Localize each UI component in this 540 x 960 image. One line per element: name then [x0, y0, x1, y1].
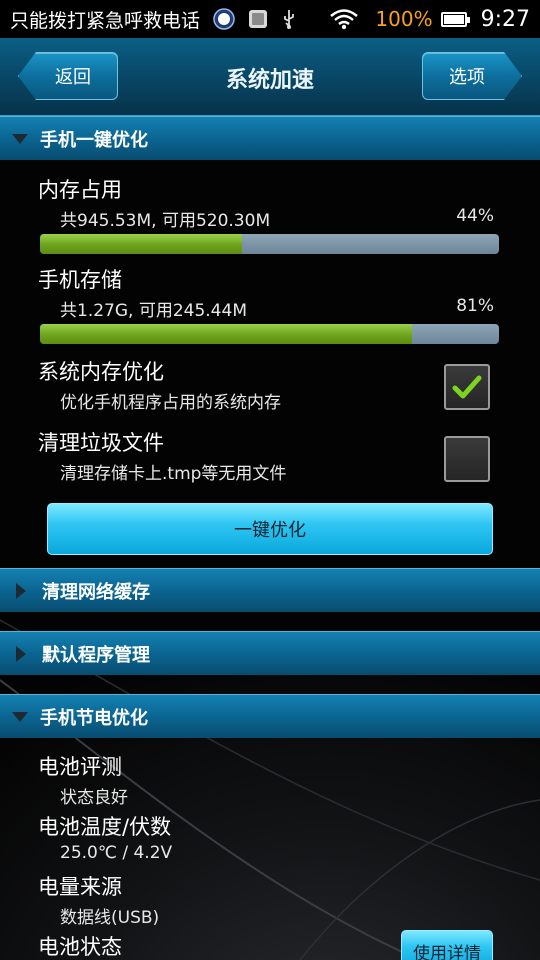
clean-junk-checkbox[interactable] [444, 436, 490, 482]
clean-junk-detail: 清理存储卡上.tmp等无用文件 [60, 464, 287, 484]
battery-eval-label: 电池评测 [38, 755, 122, 779]
expanded-triangle-icon [12, 711, 28, 722]
section-header-power[interactable]: 手机节电优化 [0, 694, 540, 738]
one-key-optimize-button[interactable]: 一键优化 [47, 503, 493, 555]
battery-temp-value: 25.0℃ / 4.2V [60, 843, 173, 863]
section-header-default-apps[interactable]: 默认程序管理 [0, 631, 540, 675]
section-title-one-key: 手机一键优化 [40, 129, 148, 151]
image-icon [248, 9, 268, 29]
hundred-badge-icon [212, 7, 236, 31]
memory-detail: 共945.53M, 可用520.30M [60, 211, 271, 231]
options-button[interactable]: 选项 [422, 52, 522, 100]
section-title-net-cache: 清理网络缓存 [42, 581, 150, 603]
battery-percent: 100% [375, 7, 433, 31]
status-right-group: 100% 9:27 [317, 7, 530, 32]
memory-progress-bar [40, 234, 499, 254]
title-bar: 返回 系统加速 选项 [0, 38, 540, 116]
section-title-default-apps: 默认程序管理 [42, 644, 150, 666]
section-header-net-cache[interactable]: 清理网络缓存 [0, 568, 540, 612]
sys-mem-opt-checkbox[interactable] [444, 364, 490, 410]
collapsed-triangle-icon [16, 582, 26, 599]
battery-temp-label: 电池温度/伏数 [38, 815, 172, 839]
storage-detail: 共1.27G, 可用245.44M [60, 301, 247, 321]
battery-icon [440, 11, 470, 27]
storage-progress-bar [40, 324, 499, 344]
battery-eval-value: 状态良好 [60, 788, 128, 808]
battery-state-label: 电池状态 [38, 935, 122, 959]
storage-progress-fill [40, 324, 412, 344]
sys-mem-opt-label: 系统内存优化 [38, 360, 164, 384]
memory-label: 内存占用 [38, 178, 122, 202]
storage-label: 手机存储 [38, 268, 122, 292]
checkmark-icon [452, 375, 482, 399]
screen: 只能拨打紧急呼救电话 100% 9:27 返回 系统加速 选项 手机一键优化 内… [0, 0, 540, 960]
wifi-icon [329, 8, 359, 30]
power-source-value: 数据线(USB) [60, 908, 160, 928]
status-notification-text: 只能拨打紧急呼救电话 [10, 9, 201, 32]
expanded-triangle-icon [12, 133, 28, 144]
power-source-label: 电量来源 [38, 875, 122, 899]
usage-detail-button[interactable]: 使用详情 [401, 930, 493, 960]
memory-percent: 44% [456, 206, 494, 226]
section-title-power: 手机节电优化 [40, 707, 148, 729]
sys-mem-opt-detail: 优化手机程序占用的系统内存 [60, 393, 281, 413]
collapsed-triangle-icon [16, 645, 26, 662]
clean-junk-label: 清理垃圾文件 [38, 431, 164, 455]
battery-fill [443, 14, 464, 24]
memory-progress-fill [40, 234, 242, 254]
usb-icon [280, 8, 298, 30]
status-clock: 9:27 [480, 6, 530, 32]
section-header-one-key[interactable]: 手机一键优化 [0, 116, 540, 160]
storage-percent: 81% [456, 296, 494, 316]
status-bar: 只能拨打紧急呼救电话 100% 9:27 [0, 0, 540, 38]
